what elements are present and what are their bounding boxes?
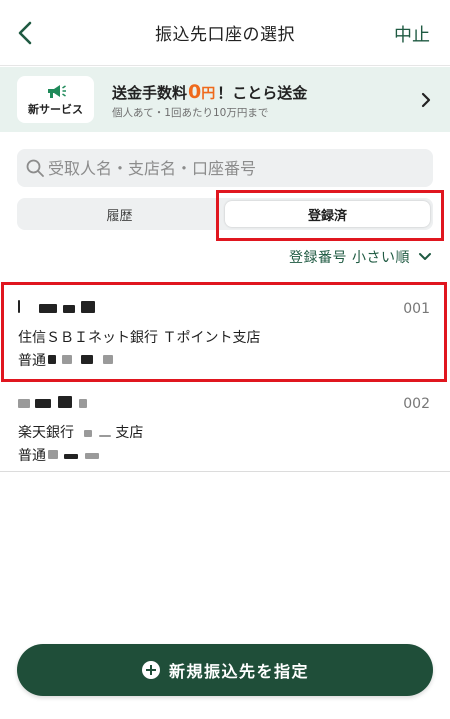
bank-branch-name: 住信ＳＢＩネット銀行 Ｔポイント支店 — [18, 330, 261, 346]
sort-label: 登録番号 小さい順 — [289, 250, 410, 266]
kotora-promo-banner[interactable]: 新サービス 送金手数料 0 円 ！ことら送金 個人あて・1回あたり10万円まで — [0, 67, 450, 132]
cta-label: 新規振込先を指定 — [168, 662, 309, 681]
chevron-right-icon — [421, 92, 431, 108]
account-type: 普通 — [18, 448, 46, 464]
page-title: 振込先口座の選択 — [155, 25, 295, 45]
account-info: 普通 — [18, 350, 114, 370]
account-type: 普通 — [18, 353, 46, 369]
banner-subtitle: 個人あて・1回あたり10万円まで — [112, 107, 269, 119]
account-row[interactable]: 001 住信ＳＢＩネット銀行 Ｔポイント支店 普通 — [0, 282, 450, 377]
search-box — [17, 149, 433, 187]
recipient-name-redacted — [18, 298, 96, 313]
account-number-redacted — [46, 352, 114, 368]
tab-history[interactable]: 履歴 — [17, 198, 222, 230]
registered-account-list: 001 住信ＳＢＩネット銀行 Ｔポイント支店 普通 002 楽天銀行 支店 普通 — [0, 282, 450, 472]
banner-title-suffix: ！ことら送金 — [217, 84, 308, 102]
bank-name: 楽天銀行 — [18, 425, 74, 441]
new-service-badge: 新サービス — [17, 76, 94, 123]
badge-label: 新サービス — [28, 102, 83, 116]
chevron-down-icon — [419, 253, 431, 260]
search-input[interactable] — [48, 158, 418, 178]
bank-branch-name: 楽天銀行 支店 — [18, 422, 143, 442]
registration-number: 001 — [403, 301, 430, 317]
tab-switcher: 履歴 登録済 — [17, 198, 433, 230]
header-bar: 振込先口座の選択 中止 — [0, 0, 450, 66]
cancel-button[interactable]: 中止 — [394, 21, 430, 47]
add-new-recipient-button[interactable]: 新規振込先を指定 — [17, 644, 433, 696]
fee-amount: 0 — [188, 81, 202, 103]
megaphone-icon — [47, 84, 66, 98]
banner-title-prefix: 送金手数料 — [112, 84, 188, 102]
fee-unit: 円 — [201, 86, 216, 102]
registration-number: 002 — [403, 396, 430, 412]
banner-title: 送金手数料 0 円 ！ことら送金 — [112, 81, 307, 103]
branch-name-redacted — [78, 425, 115, 441]
sort-dropdown[interactable]: 登録番号 小さい順 — [289, 247, 432, 267]
banner-text: 送金手数料 0 円 ！ことら送金 個人あて・1回あたり10万円まで — [112, 81, 307, 120]
tab-registered[interactable]: 登録済 — [225, 201, 430, 227]
chevron-left-icon — [18, 21, 32, 45]
recipient-name-redacted — [18, 393, 88, 408]
account-number-redacted — [46, 447, 99, 463]
search-icon — [26, 159, 44, 177]
branch-suffix: 支店 — [115, 425, 144, 441]
plus-circle-icon — [141, 661, 160, 679]
account-info: 普通 — [18, 445, 99, 465]
account-row[interactable]: 002 楽天銀行 支店 普通 — [0, 377, 450, 472]
back-button[interactable] — [8, 16, 42, 50]
